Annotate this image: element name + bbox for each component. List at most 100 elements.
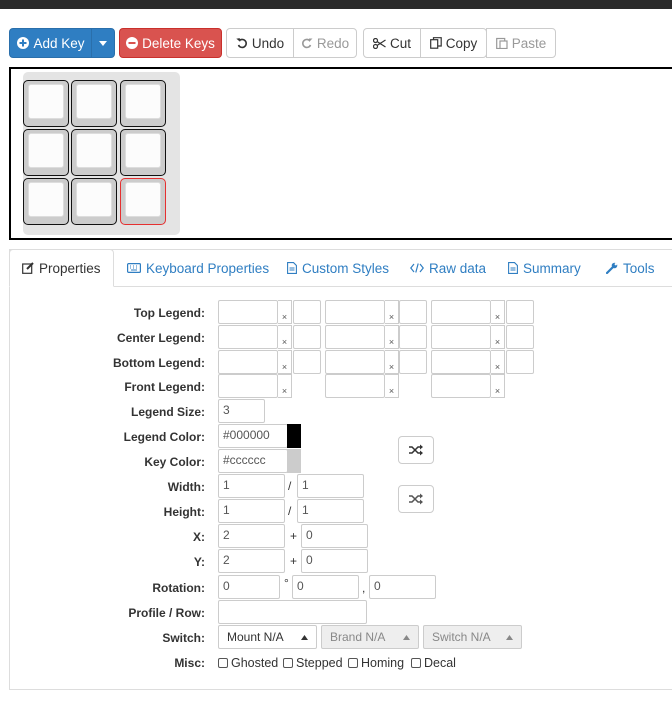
decal-checkbox[interactable]: Decal	[411, 656, 456, 670]
swap-size-button[interactable]	[398, 485, 434, 513]
key-0-1[interactable]	[71, 80, 117, 127]
front-legend-left-input[interactable]	[218, 374, 278, 398]
keyboard-canvas[interactable]	[9, 67, 672, 240]
tab-properties[interactable]: Properties	[9, 249, 114, 287]
edit-icon	[22, 262, 34, 274]
switch-type-select[interactable]: Switch N/A	[423, 625, 522, 649]
shuffle-icon	[409, 493, 423, 505]
top-legend-center-clear[interactable]: ×	[385, 300, 399, 324]
top-legend-right-input[interactable]	[431, 300, 491, 324]
key-1-2[interactable]	[120, 129, 166, 176]
ghosted-checkbox[interactable]: Ghosted	[218, 656, 278, 670]
stepped-checkbox[interactable]: Stepped	[283, 656, 343, 670]
bottom-legend-right-input[interactable]	[431, 350, 491, 374]
tab-summary-label: Summary	[523, 260, 581, 276]
center-legend-left-color[interactable]	[293, 325, 321, 349]
bottom-legend-left-input[interactable]	[218, 350, 278, 374]
add-key-button[interactable]: Add Key	[9, 28, 93, 58]
top-legend-right-color[interactable]	[506, 300, 534, 324]
homing-checkbox-box[interactable]	[348, 658, 358, 668]
decal-label: Decal	[424, 656, 456, 670]
center-legend-center-input[interactable]	[325, 325, 385, 349]
delete-keys-label: Delete Keys	[142, 35, 215, 51]
x-label: X:	[193, 530, 205, 544]
redo-icon	[301, 38, 313, 49]
x-input[interactable]: 2	[218, 524, 285, 548]
bottom-legend-center-input[interactable]	[325, 350, 385, 374]
key-color-input[interactable]: #cccccc	[218, 449, 288, 473]
rotation-angle-input[interactable]: 0	[218, 575, 280, 599]
ghosted-checkbox-box[interactable]	[218, 658, 228, 668]
key-1-1[interactable]	[71, 129, 117, 176]
top-legend-left-input[interactable]	[218, 300, 278, 324]
tab-tools[interactable]: Tools	[606, 249, 655, 287]
bottom-legend-right-color[interactable]	[506, 350, 534, 374]
key-2-1[interactable]	[71, 178, 117, 225]
legend-size-input[interactable]: 3	[218, 399, 265, 423]
homing-checkbox[interactable]: Homing	[348, 656, 404, 670]
y-plus: +	[290, 554, 298, 568]
key-0-0[interactable]	[23, 80, 69, 127]
center-legend-right-clear[interactable]: ×	[491, 325, 505, 349]
height-input[interactable]: 1	[218, 499, 285, 523]
front-legend-center-clear[interactable]: ×	[385, 374, 399, 398]
width-input[interactable]: 1	[218, 474, 285, 498]
top-legend-center-color[interactable]	[399, 300, 427, 324]
top-legend-left-color[interactable]	[293, 300, 321, 324]
front-legend-right-clear[interactable]: ×	[491, 374, 505, 398]
brand-select-value: Brand N/A	[330, 630, 386, 644]
decal-checkbox-box[interactable]	[411, 658, 421, 668]
legend-color-swatch[interactable]	[287, 424, 301, 448]
undo-button[interactable]: Undo	[226, 28, 294, 58]
cut-button[interactable]: Cut	[363, 28, 421, 58]
rotation-y-input[interactable]: 0	[369, 575, 436, 599]
key-color-swatch[interactable]	[287, 449, 301, 473]
center-legend-left-input[interactable]	[218, 325, 278, 349]
front-legend-left-clear[interactable]: ×	[278, 374, 292, 398]
redo-button[interactable]: Redo	[293, 28, 357, 58]
top-legend-center-input[interactable]	[325, 300, 385, 324]
ghosted-label: Ghosted	[231, 656, 279, 670]
key-2-2-selected[interactable]	[120, 178, 166, 225]
stepped-checkbox-box[interactable]	[283, 658, 293, 668]
bottom-legend-center-clear[interactable]: ×	[385, 350, 399, 374]
key-2-0[interactable]	[23, 178, 69, 225]
x-offset-input[interactable]: 0	[301, 524, 368, 548]
paste-button[interactable]: Paste	[486, 28, 556, 58]
tab-summary[interactable]: Summary	[508, 249, 581, 287]
copy-button[interactable]: Copy	[420, 28, 487, 58]
y-input[interactable]: 2	[218, 549, 285, 573]
key-1-0[interactable]	[23, 129, 69, 176]
rotation-x-input[interactable]: 0	[292, 575, 359, 599]
center-legend-center-color[interactable]	[399, 325, 427, 349]
mount-select[interactable]: Mount N/A	[218, 625, 317, 649]
top-legend-left-clear[interactable]: ×	[278, 300, 292, 324]
center-legend-right-input[interactable]	[431, 325, 491, 349]
delete-keys-button[interactable]: Delete Keys	[119, 28, 222, 58]
center-legend-right-color[interactable]	[506, 325, 534, 349]
bottom-legend-center-color[interactable]	[399, 350, 427, 374]
tab-raw-data[interactable]: Raw data	[410, 249, 486, 287]
front-legend-right-input[interactable]	[431, 374, 491, 398]
legend-color-input[interactable]: #000000	[218, 424, 288, 448]
center-legend-left-clear[interactable]: ×	[278, 325, 292, 349]
width-label: Width:	[167, 480, 205, 494]
tab-keyboard-properties[interactable]: Keyboard Properties	[127, 249, 269, 287]
height2-input[interactable]: 1	[297, 499, 364, 523]
brand-select[interactable]: Brand N/A	[321, 625, 419, 649]
center-legend-center-clear[interactable]: ×	[385, 325, 399, 349]
bottom-legend-right-clear[interactable]: ×	[491, 350, 505, 374]
top-legend-right-clear[interactable]: ×	[491, 300, 505, 324]
bottom-legend-left-color[interactable]	[293, 350, 321, 374]
add-key-dropdown-button[interactable]	[91, 28, 115, 58]
add-key-label: Add Key	[33, 35, 85, 51]
y-offset-input[interactable]: 0	[301, 549, 368, 573]
swap-colors-button[interactable]	[398, 436, 434, 464]
tab-raw-data-label: Raw data	[429, 260, 487, 276]
key-0-2[interactable]	[120, 80, 166, 127]
bottom-legend-left-clear[interactable]: ×	[278, 350, 292, 374]
tab-custom-styles[interactable]: Custom Styles	[287, 249, 389, 287]
profile-row-input[interactable]	[218, 600, 367, 624]
width2-input[interactable]: 1	[297, 474, 364, 498]
front-legend-center-input[interactable]	[325, 374, 385, 398]
